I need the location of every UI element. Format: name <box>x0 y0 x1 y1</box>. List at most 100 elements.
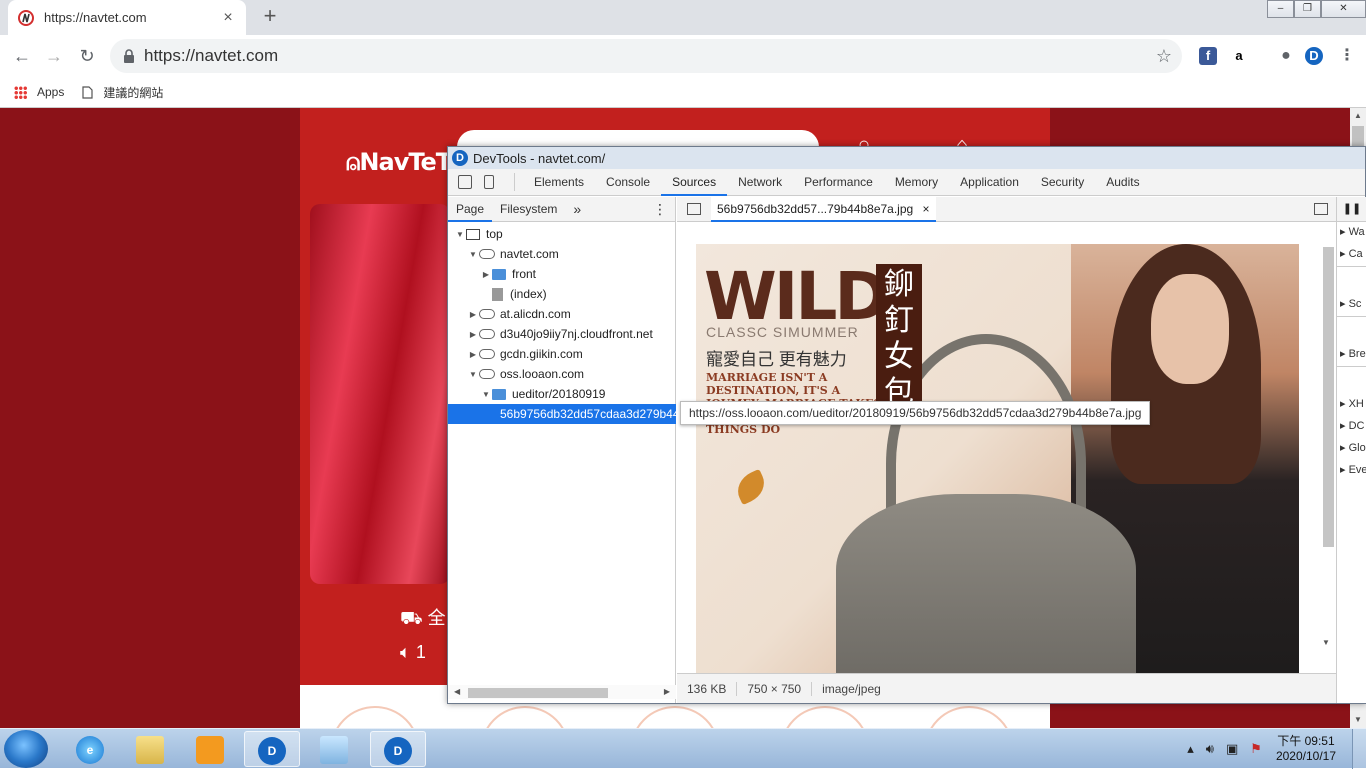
taskbar-clock[interactable]: 下午 09:51 2020/10/17 <box>1276 734 1336 764</box>
debugger-sidebar: ❚❚ ▸ Wa ▸ Ca ▸ Sc ▸ Bre ▸ XH ▸ DC ▸ Glo … <box>1336 197 1366 703</box>
new-tab-button[interactable]: + <box>258 5 282 29</box>
preview-subtitle: CLASSC SIMUMMER <box>706 324 859 340</box>
expanded-arrow-icon[interactable]: ▼ <box>467 370 479 379</box>
back-button[interactable]: ← <box>10 44 34 68</box>
scroll-left-icon[interactable]: ◀ <box>454 685 460 699</box>
tab-filesystem[interactable]: Filesystem <box>492 197 565 222</box>
media-player-taskbar-icon[interactable] <box>182 731 238 767</box>
tab-network[interactable]: Network <box>727 169 793 196</box>
close-window-button[interactable]: ✕ <box>1321 0 1366 18</box>
notepad-taskbar-icon[interactable] <box>306 731 362 767</box>
more-tabs-icon[interactable]: » <box>565 197 589 222</box>
tree-node[interactable]: ▼ ueditor/20180919 <box>448 384 676 404</box>
editor-vscrollbar[interactable]: ▼ <box>1322 235 1334 647</box>
device-toolbar-icon[interactable] <box>484 175 494 189</box>
expanded-arrow-icon[interactable]: ▼ <box>480 390 492 399</box>
expanded-arrow-icon[interactable]: ▼ <box>454 230 466 239</box>
toggle-navigator-icon[interactable] <box>687 203 701 215</box>
navigator-menu-icon[interactable]: ⋮ <box>645 197 675 222</box>
section-watch[interactable]: ▸ Wa <box>1337 225 1366 245</box>
open-file-tab[interactable]: 56b9756db32dd57...79b44b8e7a.jpg × <box>711 196 936 222</box>
minimize-button[interactable]: – <box>1267 0 1294 18</box>
navigator-hscrollbar[interactable]: ◀ ▶ <box>448 685 676 699</box>
scroll-up-icon[interactable]: ▲ <box>1350 108 1366 124</box>
section-event-breakpoints[interactable]: ▸ Eve <box>1337 463 1366 483</box>
tree-node[interactable]: ▼ oss.looaon.com <box>448 364 676 384</box>
editor-tabs: 56b9756db32dd57...79b44b8e7a.jpg × <box>677 196 1336 222</box>
devtools-ext-icon[interactable]: D <box>1305 47 1323 65</box>
forward-button[interactable]: → <box>42 44 66 68</box>
show-desktop-button[interactable] <box>1352 729 1366 769</box>
devtools-app-taskbar-icon[interactable]: D <box>244 731 300 767</box>
collapsed-arrow-icon[interactable]: ▶ <box>467 330 479 339</box>
collapsed-arrow-icon[interactable]: ▶ <box>480 270 492 279</box>
reload-button[interactable]: ↻ <box>75 44 99 68</box>
amazon-icon[interactable]: a <box>1230 47 1248 65</box>
scroll-down-icon[interactable]: ▼ <box>1322 638 1330 647</box>
bookmarks-bar: Apps 建議的網站 <box>0 77 1366 108</box>
section-scope[interactable]: ▸ Sc <box>1337 297 1366 317</box>
site-logo[interactable]: ⍝NavTeT <box>346 148 452 176</box>
chrome-menu-icon[interactable]: ⋮ <box>1338 47 1356 65</box>
tab-close-button[interactable]: × <box>220 9 236 27</box>
image-preview: WILD CLASSC SIMUMMER 寵愛自己 更有魅力 MARRIAGE … <box>696 244 1299 674</box>
preview-bag <box>836 494 1136 674</box>
announcement-line: 🔈︎ 1 <box>400 642 426 662</box>
show-hidden-icons-icon[interactable]: ▴ <box>1187 741 1194 757</box>
tree-node[interactable]: (index) <box>448 284 676 304</box>
close-file-icon[interactable]: × <box>923 202 930 216</box>
scroll-right-icon[interactable]: ▶ <box>664 685 670 699</box>
action-center-icon[interactable]: ⚑ <box>1250 741 1262 757</box>
volume-icon[interactable]: 🔊︎ <box>1206 741 1214 757</box>
tree-node[interactable]: ▶ at.alicdn.com <box>448 304 676 324</box>
tree-node[interactable]: ▶ gcdn.giikin.com <box>448 344 676 364</box>
tree-node[interactable]: ▼ navtet.com <box>448 244 676 264</box>
tab-page[interactable]: Page <box>448 197 493 222</box>
section-global-listeners[interactable]: ▸ Glo <box>1337 441 1366 461</box>
tab-performance[interactable]: Performance <box>793 169 884 196</box>
bookmark-apps[interactable]: Apps <box>14 85 64 99</box>
tree-node-label: (index) <box>510 287 547 301</box>
profile-icon[interactable]: ● <box>1277 47 1295 65</box>
browser-tab[interactable]: https://navtet.com × <box>8 0 246 35</box>
scrollbar-thumb[interactable] <box>1323 247 1334 547</box>
file-icon <box>492 287 503 301</box>
tree-node[interactable]: ▶ front <box>448 264 676 284</box>
expanded-arrow-icon[interactable]: ▼ <box>467 250 479 259</box>
tab-sources[interactable]: Sources <box>661 169 728 196</box>
tab-elements[interactable]: Elements <box>523 169 595 196</box>
bookmark-star-icon[interactable]: ☆ <box>1156 46 1172 67</box>
network-icon[interactable]: ▣ <box>1226 741 1238 757</box>
tab-security[interactable]: Security <box>1030 169 1095 196</box>
restore-button[interactable]: ❐ <box>1294 0 1321 18</box>
browser-taskbar-icon[interactable]: D <box>370 731 426 767</box>
section-dom-breakpoints[interactable]: ▸ DC <box>1337 419 1366 439</box>
tab-audits[interactable]: Audits <box>1095 169 1150 196</box>
folder-icon <box>492 388 506 400</box>
tab-application[interactable]: Application <box>949 169 1030 196</box>
tab-memory[interactable]: Memory <box>884 169 949 196</box>
tree-node[interactable]: ▶ d3u40jo9iiy7nj.cloudfront.net <box>448 324 676 344</box>
scroll-down-icon[interactable]: ▼ <box>1350 712 1366 728</box>
truck-icon: ⛟ <box>400 608 423 628</box>
pause-button[interactable]: ❚❚ <box>1337 197 1366 222</box>
inspect-element-icon[interactable] <box>458 175 472 189</box>
explorer-taskbar-icon[interactable] <box>122 731 178 767</box>
bookmark-suggested-sites[interactable]: 建議的網站 <box>82 84 163 101</box>
tree-node[interactable]: 56b9756db32dd57cdaa3d279b44b8e7a.jpg <box>448 404 676 424</box>
start-button[interactable] <box>4 730 48 768</box>
tree-node[interactable]: ▼ top <box>448 224 676 244</box>
section-callstack[interactable]: ▸ Ca <box>1337 247 1366 267</box>
collapsed-arrow-icon[interactable]: ▶ <box>467 350 479 359</box>
toggle-debugger-icon[interactable] <box>1314 203 1328 215</box>
section-xhr-breakpoints[interactable]: ▸ XH <box>1337 397 1366 417</box>
section-breakpoints[interactable]: ▸ Bre <box>1337 347 1366 367</box>
scrollbar-thumb[interactable] <box>468 688 608 698</box>
promo-banner[interactable] <box>310 204 450 584</box>
address-bar[interactable]: https://navtet.com ☆ <box>110 39 1182 73</box>
facebook-icon[interactable]: f <box>1199 47 1217 65</box>
tab-console[interactable]: Console <box>595 169 661 196</box>
collapsed-arrow-icon[interactable]: ▶ <box>467 310 479 319</box>
ie-taskbar-icon[interactable]: e <box>62 731 118 767</box>
devtools-titlebar[interactable]: D DevTools - navtet.com/ <box>448 147 1365 169</box>
